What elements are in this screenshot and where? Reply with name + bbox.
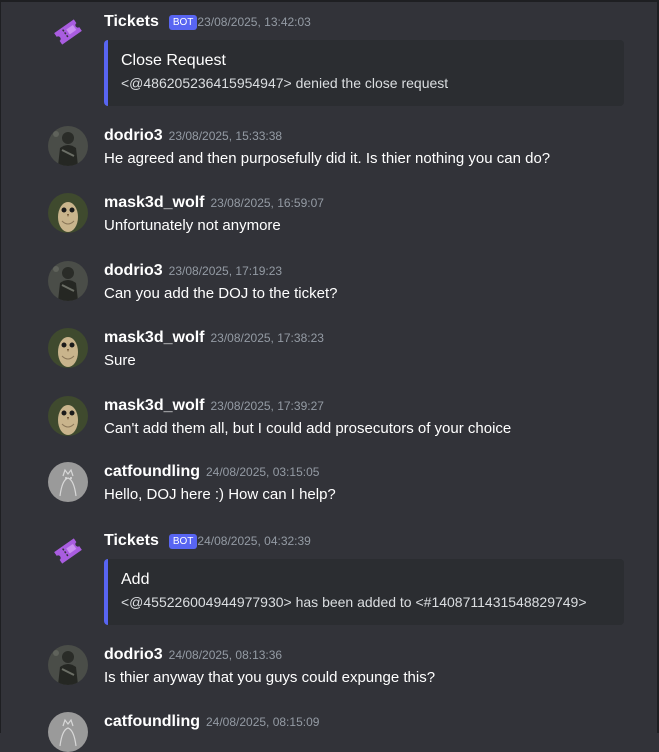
message-content: He agreed and then purposefully did it. …: [104, 150, 551, 167]
message-header: catfoundling 24/08/2025, 08:15:09: [104, 712, 319, 732]
timestamp: 23/08/2025, 15:33:38: [168, 129, 283, 143]
avatar[interactable]: [48, 396, 88, 436]
message-header: dodrio3 24/08/2025, 08:13:36: [104, 645, 282, 665]
avatar[interactable]: [48, 462, 88, 502]
embed-card: Close Request <@486205236415954947> deni…: [104, 40, 624, 106]
bot-badge: BOT: [168, 14, 198, 30]
username[interactable]: catfoundling: [104, 463, 200, 480]
username[interactable]: dodrio3: [104, 127, 163, 144]
message-header: catfoundling 24/08/2025, 03:15:05: [104, 462, 319, 482]
avatar[interactable]: [48, 328, 88, 368]
timestamp: 23/08/2025, 13:42:03: [197, 15, 311, 29]
username[interactable]: mask3d_wolf: [104, 397, 204, 414]
window-frame-left: [0, 0, 1, 733]
window-frame-top: [0, 0, 659, 2]
message-content: Unfortunately not anymore: [104, 217, 281, 234]
username[interactable]: catfoundling: [104, 713, 200, 730]
username[interactable]: mask3d_wolf: [104, 329, 204, 346]
timestamp: 24/08/2025, 08:15:09: [205, 715, 320, 729]
timestamp: 24/08/2025, 03:15:05: [205, 465, 320, 479]
avatar[interactable]: [48, 645, 88, 685]
username[interactable]: Tickets: [104, 532, 159, 549]
avatar[interactable]: [48, 261, 88, 301]
avatar[interactable]: [48, 126, 88, 166]
message-header: mask3d_wolf 23/08/2025, 17:38:23: [104, 328, 324, 348]
message-content: Can you add the DOJ to the ticket?: [104, 285, 338, 302]
embed-card: Add <@455226004944977930> has been added…: [104, 559, 624, 625]
message-header: Tickets BOT 23/08/2025, 13:42:03: [104, 12, 311, 32]
message-content: Hello, DOJ here :) How can I help?: [104, 486, 336, 503]
embed-description: <@455226004944977930> has been added to …: [121, 594, 587, 610]
username[interactable]: dodrio3: [104, 262, 163, 279]
embed-title: Close Request: [121, 52, 226, 69]
avatar[interactable]: [48, 712, 88, 752]
avatar[interactable]: [48, 193, 88, 233]
message-header: Tickets BOT 24/08/2025, 04:32:39: [104, 531, 311, 551]
bot-badge: BOT: [168, 533, 198, 549]
timestamp: 24/08/2025, 04:32:39: [197, 534, 311, 548]
message-header: dodrio3 23/08/2025, 15:33:38: [104, 126, 282, 146]
message-header: dodrio3 23/08/2025, 17:19:23: [104, 261, 282, 281]
message-header: mask3d_wolf 23/08/2025, 17:39:27: [104, 396, 324, 416]
message-content: Is thier anyway that you guys could expu…: [104, 669, 436, 686]
username[interactable]: dodrio3: [104, 646, 163, 663]
embed-description: <@486205236415954947> denied the close r…: [121, 75, 449, 91]
username[interactable]: mask3d_wolf: [104, 194, 204, 211]
ticket-icon[interactable]: [48, 531, 88, 571]
timestamp: 23/08/2025, 16:59:07: [210, 196, 324, 210]
message-content: Can't add them all, but I could add pros…: [104, 420, 512, 437]
username[interactable]: Tickets: [104, 13, 159, 30]
timestamp: 23/08/2025, 17:19:23: [168, 264, 283, 278]
message-header: mask3d_wolf 23/08/2025, 16:59:07: [104, 193, 324, 213]
embed-title: Add: [121, 571, 150, 588]
timestamp: 23/08/2025, 17:38:23: [210, 331, 324, 345]
timestamp: 24/08/2025, 08:13:36: [168, 648, 283, 662]
message-content: Sure: [104, 352, 136, 369]
ticket-icon[interactable]: [48, 12, 88, 52]
timestamp: 23/08/2025, 17:39:27: [210, 399, 324, 413]
